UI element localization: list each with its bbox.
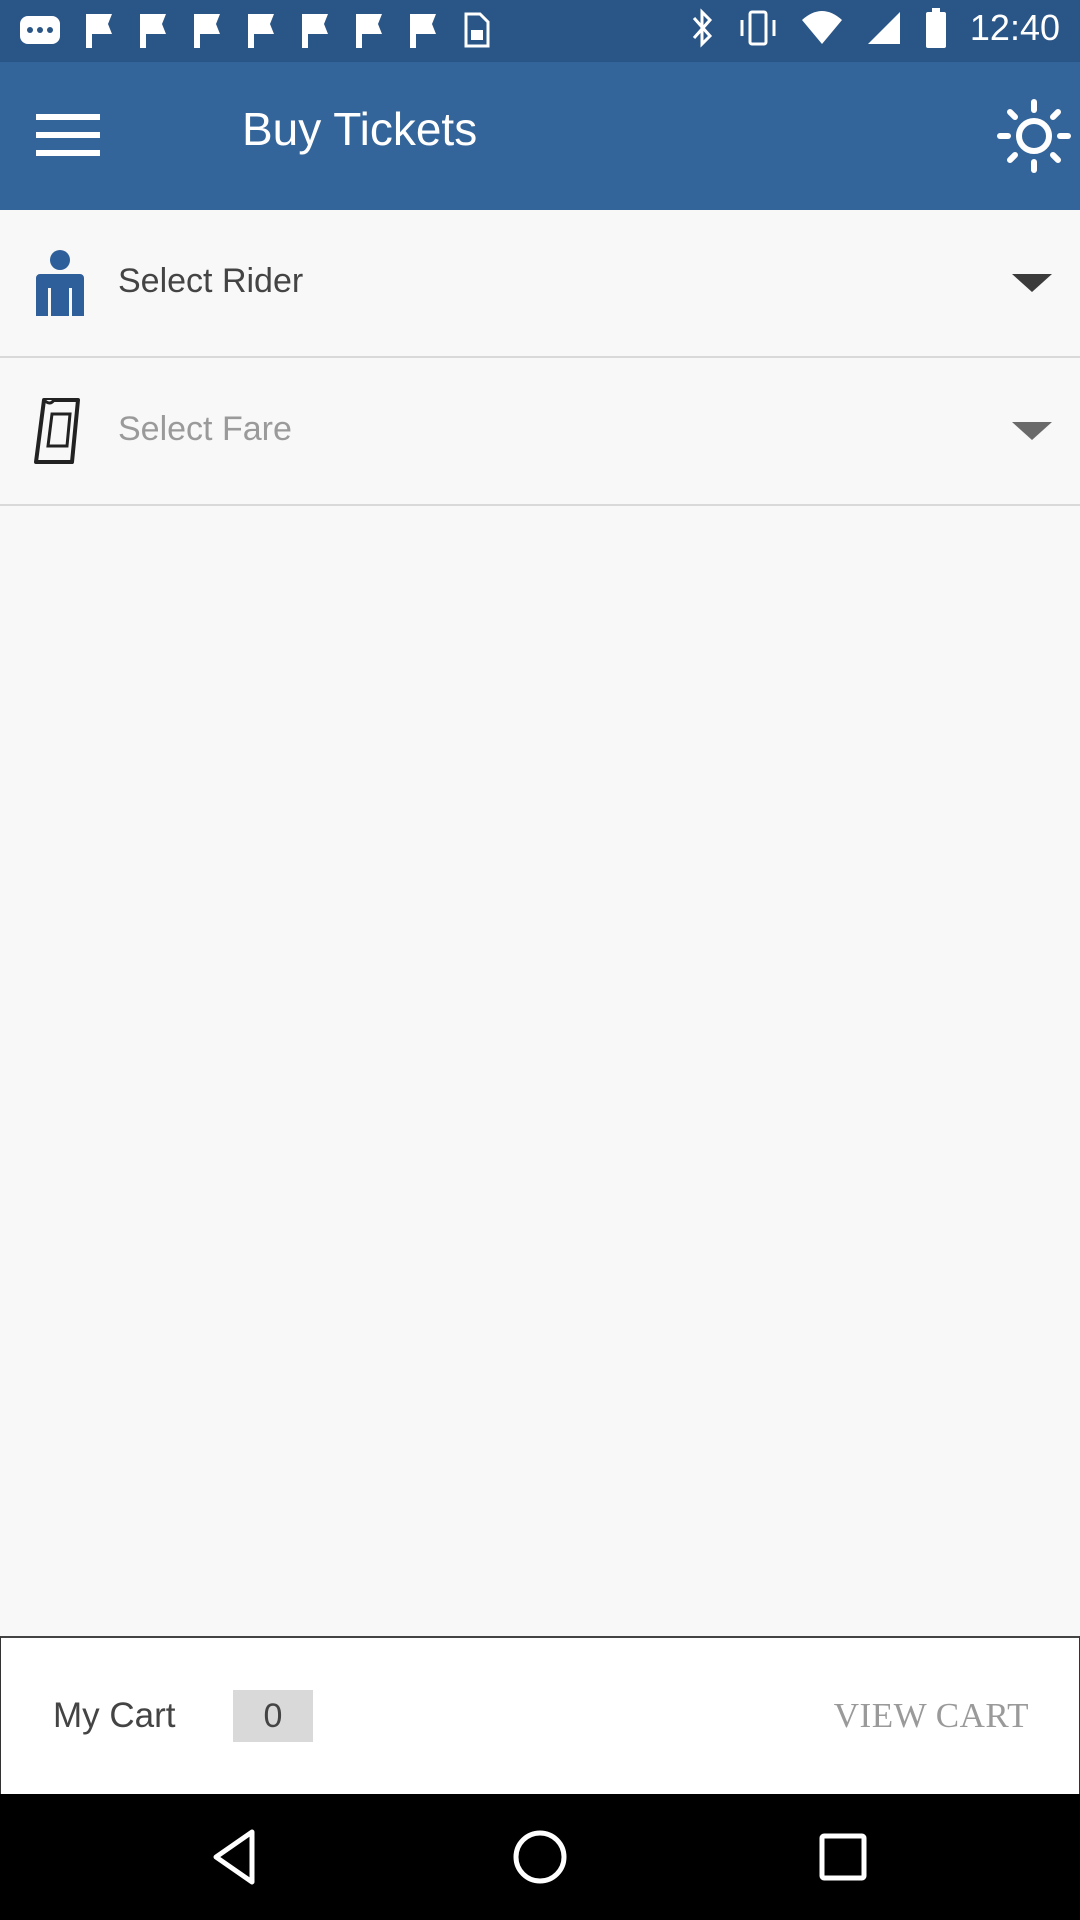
cart-bar: My Cart 0 VIEW CART xyxy=(0,1636,1080,1795)
flag-icon xyxy=(302,14,328,48)
chevron-down-icon xyxy=(1012,274,1052,292)
back-icon[interactable] xyxy=(200,1822,270,1892)
select-fare-label: Select Fare xyxy=(118,410,292,448)
view-cart-button[interactable]: VIEW CART xyxy=(834,1696,1029,1736)
hamburger-menu-icon xyxy=(36,114,100,120)
signal-icon xyxy=(867,12,900,44)
flag-icon xyxy=(86,14,112,48)
select-fare-dropdown[interactable]: Select Fare xyxy=(0,358,1080,506)
battery-icon xyxy=(925,8,946,48)
navigation-bar xyxy=(0,1794,1080,1920)
brightness-icon xyxy=(997,99,1071,173)
chevron-down-icon xyxy=(1012,422,1052,440)
cart-count-badge: 0 xyxy=(233,1690,313,1742)
my-cart-label: My Cart xyxy=(53,1696,176,1735)
flag-icon xyxy=(194,14,220,48)
flag-icon xyxy=(140,14,166,48)
select-rider-dropdown[interactable]: Select Rider xyxy=(0,210,1080,358)
system-icons: 12:40 xyxy=(690,6,1060,50)
menu-button[interactable] xyxy=(36,114,108,164)
status-bar: 12:40 xyxy=(0,0,1080,62)
bluetooth-icon xyxy=(692,8,712,48)
flag-icon xyxy=(356,14,382,48)
sim-card-icon xyxy=(464,12,490,48)
wifi-icon xyxy=(801,11,842,44)
app-bar: Buy Tickets xyxy=(0,62,1080,210)
flag-icon xyxy=(410,14,436,48)
flag-icon xyxy=(248,14,274,48)
page-title: Buy Tickets xyxy=(242,103,478,155)
more-notifications-icon xyxy=(20,16,60,44)
select-rider-label: Select Rider xyxy=(118,262,304,300)
recents-icon[interactable] xyxy=(808,1822,878,1892)
vibrate-icon xyxy=(740,10,776,46)
ticket-icon xyxy=(34,398,80,464)
rider-person-icon xyxy=(36,250,84,316)
notification-icons xyxy=(18,10,492,50)
brightness-button[interactable] xyxy=(996,98,1072,174)
clock-time: 12:40 xyxy=(969,7,1060,48)
home-icon[interactable] xyxy=(505,1822,575,1892)
